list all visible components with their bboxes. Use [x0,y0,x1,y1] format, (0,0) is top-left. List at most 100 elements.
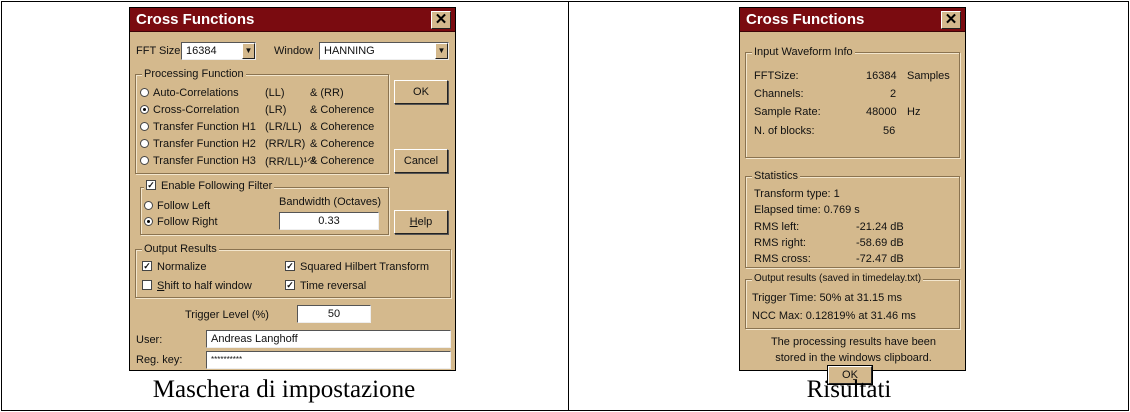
input-waveform-legend: Input Waveform Info [752,46,855,58]
chevron-down-icon[interactable]: ▼ [435,43,448,59]
squared-hilbert-label: Squared Hilbert Transform [300,261,429,273]
follow-left-radio[interactable]: Follow Left [144,200,210,212]
output-results-saved-legend: Output results (saved in timedelay.txt) [752,273,924,284]
checkbox-checked-icon[interactable]: ✓ [285,280,295,291]
window-select[interactable]: HANNING [319,42,449,60]
normalize-checkbox[interactable]: ✓ Normalize [142,261,207,273]
checkbox-checked-icon[interactable]: ✓ [142,261,152,272]
trigger-time: Trigger Time: 50% at 31.15 ms [752,292,902,304]
radio-icon[interactable] [140,121,149,131]
cancel-button[interactable]: Cancel [394,149,448,173]
function-code: (RR/LL)¹ᐟ² [265,156,316,168]
trigger-level-label: Trigger Level (%) [185,309,269,321]
function-extra: & Coherence [310,104,375,116]
blocks-label: N. of blocks: [754,125,815,137]
bandwidth-input[interactable]: 0.33 [279,212,379,230]
fftsize-value: 16384 [866,70,897,82]
function-name: Transfer Function H1 [153,121,256,133]
function-row[interactable]: Transfer Function H2 [140,138,256,150]
output-results-legend: Output Results [142,243,219,255]
user-label: User: [136,334,163,346]
radio-selected-icon[interactable] [144,216,153,226]
caption-settings: Maschera di impostazione [152,376,416,403]
function-name: Transfer Function H3 [153,155,256,167]
function-row[interactable]: Transfer Function H3 [140,155,256,167]
bandwidth-label: Bandwidth (Octaves) [279,196,382,208]
follow-right-radio[interactable]: Follow Right [144,216,218,228]
checkbox-checked-icon[interactable]: ✓ [146,180,156,191]
caption-results: Risultati [806,376,892,403]
results-title: Cross Functions [746,11,865,28]
checkbox-checked-icon[interactable]: ✓ [285,261,295,272]
shift-half-window-label: Shift to half window [157,280,252,292]
fftsize-label: FFTSize: [754,70,799,82]
input-waveform-group: Input Waveform Info [745,46,960,158]
function-extra: & Coherence [310,155,375,167]
results-titlebar[interactable]: Cross Functions ✕ [740,8,965,32]
follow-left-label: Follow Left [157,200,211,212]
fftsize-unit: Samples [907,70,950,82]
radio-icon[interactable] [140,155,149,165]
time-reversal-label: Time reversal [300,280,367,292]
sample-rate-unit: Hz [907,106,921,118]
ok-button[interactable]: OK [394,80,448,104]
elapsed-time: Elapsed time: 0.769 s [754,204,860,216]
settings-title: Cross Functions [136,11,255,28]
radio-icon[interactable] [144,200,153,210]
channels-value: 2 [890,88,897,100]
function-extra: & Coherence [310,121,375,133]
table-divider [568,2,569,410]
sample-rate-label: Sample Rate: [754,106,821,118]
clipboard-message-line2: stored in the windows clipboard. [775,352,932,364]
function-code: (LR) [265,104,287,116]
rms-cross-label: RMS cross: [754,253,811,265]
chevron-down-icon[interactable]: ▼ [242,43,255,59]
rms-right-label: RMS right: [754,237,806,249]
function-row[interactable]: Transfer Function H1 [140,121,256,133]
trigger-level-input[interactable]: 50 [297,305,371,323]
rms-left-value: -21.24 dB [856,221,904,233]
processing-function-legend: Processing Function [142,68,246,80]
results-dialog: Cross Functions ✕ Input Waveform Info FF… [739,7,966,385]
settings-titlebar[interactable]: Cross Functions ✕ [130,8,455,32]
function-row[interactable]: Cross-Correlation [140,104,239,116]
shift-half-window-checkbox[interactable]: Shift to half window [142,280,252,292]
ncc-max: NCC Max: 0.12819% at 31.46 ms [752,310,916,322]
user-input[interactable]: Andreas Langhoff [206,330,451,348]
time-reversal-checkbox[interactable]: ✓ Time reversal [285,280,366,292]
transform-type: Transform type: 1 [754,188,840,200]
squared-hilbert-checkbox[interactable]: ✓ Squared Hilbert Transform [285,261,429,273]
follow-right-label: Follow Right [157,216,218,228]
function-extra: & Coherence [310,138,375,150]
function-code: (LL) [265,87,285,99]
enable-filter-checkbox[interactable]: ✓ Enable Following Filter [144,180,275,192]
close-icon[interactable]: ✕ [941,11,961,29]
checkbox-icon[interactable] [142,280,152,291]
function-code: (LR/LL) [265,121,302,133]
enable-filter-label: Enable Following Filter [161,180,273,192]
close-icon[interactable]: ✕ [431,11,451,29]
radio-selected-icon[interactable] [140,104,149,114]
statistics-legend: Statistics [752,170,801,182]
help-button[interactable]: Help [394,210,448,234]
regkey-label: Reg. key: [136,354,183,366]
function-extra: & (RR) [310,87,344,99]
rms-right-value: -58.69 dB [856,237,904,249]
radio-icon[interactable] [140,87,149,97]
sample-rate-value: 48000 [866,106,897,118]
fft-size-label: FFT Size [136,45,181,57]
function-row[interactable]: Auto-Correlations [140,87,239,99]
function-code: (RR/LR) [265,138,306,150]
normalize-label: Normalize [157,261,207,273]
rms-left-label: RMS left: [754,221,800,233]
clipboard-message-line1: The processing results have been [770,336,937,348]
window-label: Window [274,45,314,57]
settings-dialog: Cross Functions ✕ FFT Size 16384 ▼ Windo… [129,7,456,371]
function-name: Cross-Correlation [153,104,240,116]
blocks-value: 56 [883,125,896,137]
radio-icon[interactable] [140,138,149,148]
function-name: Auto-Correlations [153,87,239,99]
rms-cross-value: -72.47 dB [856,253,904,265]
regkey-input[interactable]: ********** [206,351,451,369]
channels-label: Channels: [754,88,804,100]
